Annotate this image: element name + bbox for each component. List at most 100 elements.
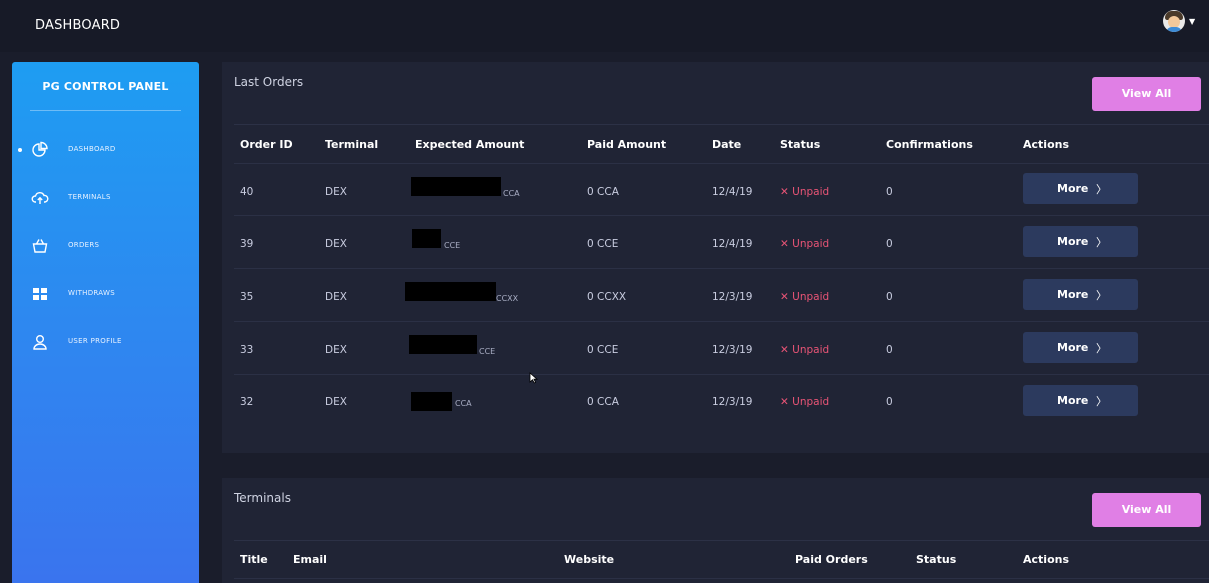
column-header: Order ID <box>240 138 293 151</box>
caret-down-icon[interactable]: ▼ <box>1189 17 1195 26</box>
column-header: Status <box>780 138 821 151</box>
more-button[interactable]: More 〉 <box>1023 173 1138 204</box>
column-header: Paid Amount <box>587 138 667 151</box>
basket-icon <box>32 239 48 253</box>
terminals-panel: Terminals View All Title Email Website P… <box>222 478 1209 583</box>
chevron-right-icon: 〉 <box>1096 183 1107 196</box>
date-cell: 12/3/19 <box>712 291 753 303</box>
column-header: Title <box>240 553 268 566</box>
sidebar-item-label: DASHBOARD <box>68 145 116 153</box>
close-icon: ✕ <box>780 186 789 198</box>
panel-title: Last Orders <box>234 75 304 89</box>
order-id-cell: 35 <box>240 291 254 303</box>
row-divider <box>234 268 1209 269</box>
sidebar-item-label: USER PROFILE <box>68 337 122 345</box>
close-icon: ✕ <box>780 291 789 303</box>
order-id-cell: 32 <box>240 396 254 408</box>
panel-separator <box>234 124 1209 125</box>
panel-title: Terminals <box>234 491 291 505</box>
expected-amount-unit: CCXX <box>496 294 519 303</box>
expected-amount-unit: CCE <box>444 241 461 250</box>
column-header: Expected Amount <box>415 138 525 151</box>
redacted-amount <box>409 335 477 354</box>
status-badge: ✕ Unpaid <box>780 344 830 356</box>
user-avatar[interactable] <box>1163 10 1185 32</box>
row-divider <box>234 321 1209 322</box>
sidebar-divider <box>30 110 181 111</box>
sidebar-item-label: WITHDRAWS <box>68 289 115 297</box>
order-id-cell: 39 <box>240 238 254 250</box>
column-header: Terminal <box>325 138 379 151</box>
close-icon: ✕ <box>780 396 789 408</box>
paid-amount-cell: 0 CCE <box>587 238 619 250</box>
status-badge: ✕ Unpaid <box>780 238 830 250</box>
sidebar: PG CONTROL PANEL DASHBOARD TERMINALS ORD… <box>12 62 199 583</box>
column-header: Email <box>293 553 327 566</box>
view-all-orders-button[interactable]: View All <box>1092 77 1201 111</box>
terminal-cell: DEX <box>325 186 347 198</box>
sidebar-item-label: TERMINALS <box>68 193 111 201</box>
column-header: Date <box>712 138 742 151</box>
chevron-right-icon: 〉 <box>1096 395 1107 408</box>
column-header: Confirmations <box>886 138 973 151</box>
more-button[interactable]: More 〉 <box>1023 385 1138 416</box>
view-all-terminals-button[interactable]: View All <box>1092 493 1201 527</box>
order-id-cell: 40 <box>240 186 254 198</box>
more-button[interactable]: More 〉 <box>1023 279 1138 310</box>
confirmations-cell: 0 <box>886 396 893 408</box>
mouse-cursor-icon <box>529 372 539 384</box>
last-orders-panel: Last Orders View All Order ID Terminal E… <box>222 62 1209 453</box>
paid-amount-cell: 0 CCE <box>587 344 619 356</box>
redacted-amount <box>411 177 501 196</box>
sidebar-title: PG CONTROL PANEL <box>42 80 169 93</box>
row-divider <box>234 374 1209 375</box>
confirmations-cell: 0 <box>886 238 893 250</box>
sidebar-item-user-profile[interactable]: USER PROFILE <box>12 330 199 354</box>
redacted-amount <box>412 229 441 248</box>
status-badge: ✕ Unpaid <box>780 291 830 303</box>
date-cell: 12/3/19 <box>712 396 753 408</box>
sidebar-item-orders[interactable]: ORDERS <box>12 234 199 258</box>
redacted-amount <box>405 282 496 301</box>
avatar-shirt <box>1166 27 1182 32</box>
column-header: Website <box>564 553 615 566</box>
paid-amount-cell: 0 CCA <box>587 186 619 198</box>
confirmations-cell: 0 <box>886 291 893 303</box>
pie-chart-icon <box>32 141 48 157</box>
panel-separator <box>234 540 1209 541</box>
cloud-upload-icon <box>31 192 49 204</box>
date-cell: 12/4/19 <box>712 186 753 198</box>
sidebar-item-label: ORDERS <box>68 241 100 249</box>
row-divider <box>234 215 1209 216</box>
column-header: Paid Orders <box>795 553 868 566</box>
order-id-cell: 33 <box>240 344 254 356</box>
column-header: Actions <box>1023 553 1069 566</box>
expected-amount-unit: CCE <box>479 347 496 356</box>
chevron-right-icon: 〉 <box>1096 289 1107 302</box>
wallet-icon <box>33 288 47 300</box>
terminal-cell: DEX <box>325 238 347 250</box>
more-button[interactable]: More 〉 <box>1023 226 1138 257</box>
sidebar-item-terminals[interactable]: TERMINALS <box>12 186 199 210</box>
expected-amount-unit: CCA <box>503 189 520 198</box>
chevron-right-icon: 〉 <box>1096 236 1107 249</box>
date-cell: 12/3/19 <box>712 344 753 356</box>
page-title: DASHBOARD <box>35 18 121 33</box>
redacted-amount <box>411 392 452 411</box>
terminal-cell: DEX <box>325 396 347 408</box>
chevron-right-icon: 〉 <box>1096 342 1107 355</box>
terminal-cell: DEX <box>325 291 347 303</box>
paid-amount-cell: 0 CCXX <box>587 291 627 303</box>
sidebar-item-withdraws[interactable]: WITHDRAWS <box>12 282 199 306</box>
status-badge: ✕ Unpaid <box>780 186 830 198</box>
expected-amount-unit: CCA <box>455 399 472 408</box>
row-divider <box>234 163 1209 164</box>
user-icon <box>33 335 47 350</box>
close-icon: ✕ <box>780 238 789 250</box>
column-header: Status <box>916 553 957 566</box>
date-cell: 12/4/19 <box>712 238 753 250</box>
column-header: Actions <box>1023 138 1069 151</box>
sidebar-item-dashboard[interactable]: DASHBOARD <box>12 138 199 162</box>
close-icon: ✕ <box>780 344 789 356</box>
more-button[interactable]: More 〉 <box>1023 332 1138 363</box>
